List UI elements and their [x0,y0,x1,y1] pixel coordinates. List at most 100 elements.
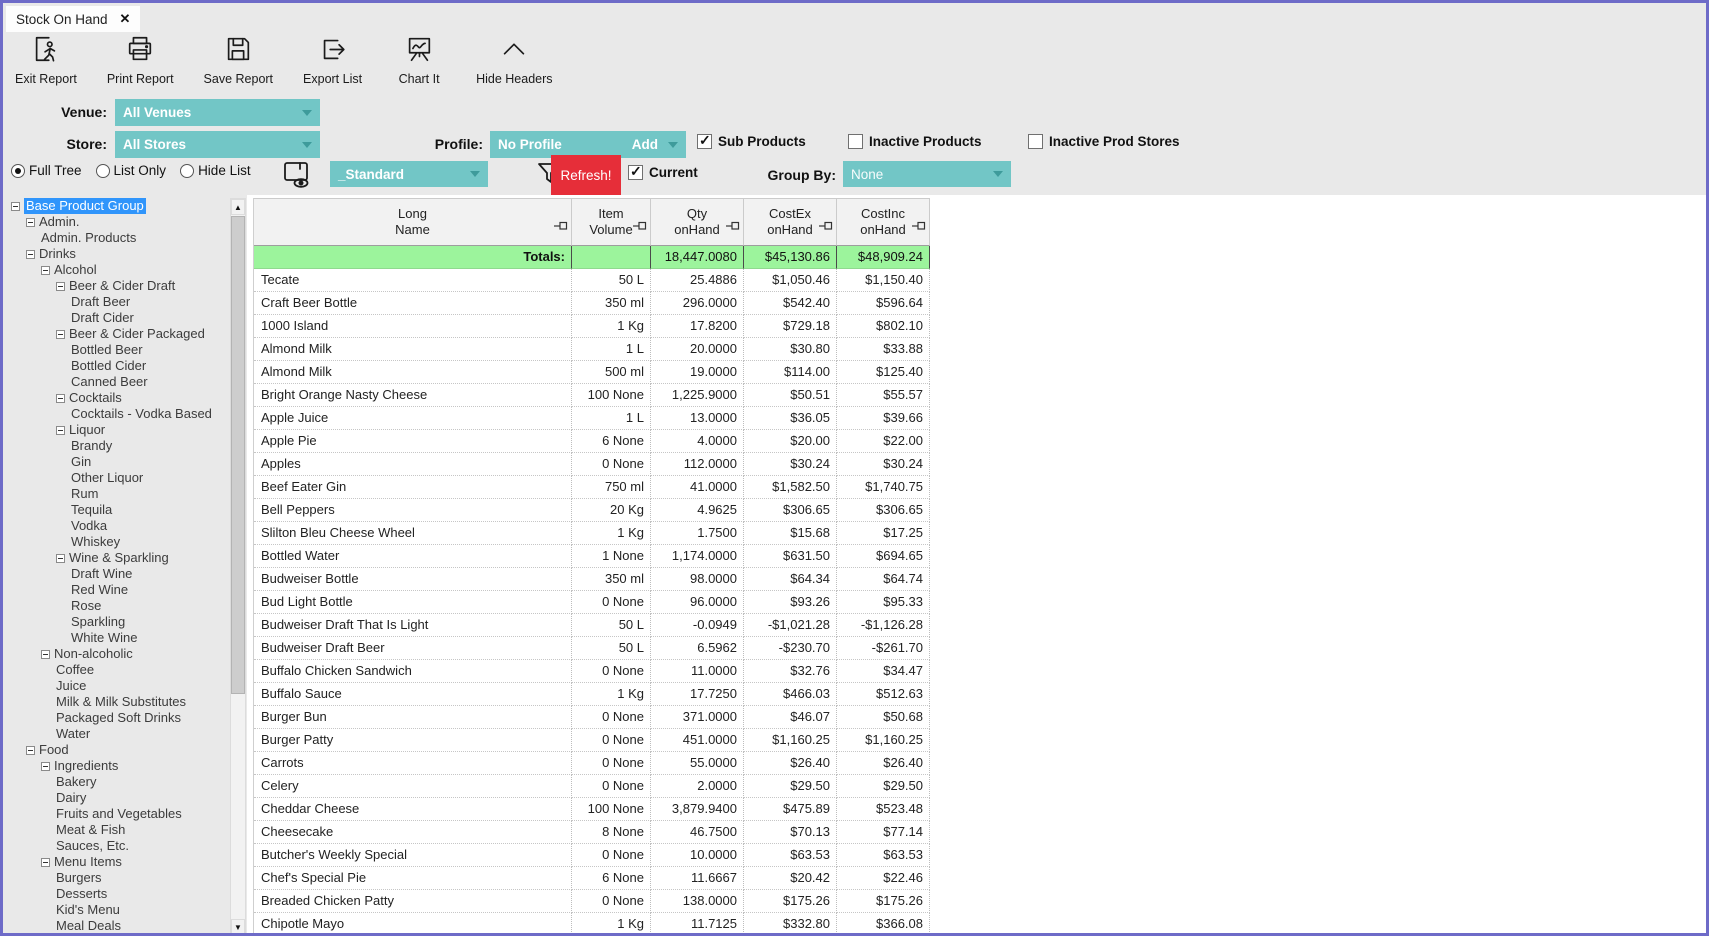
venue-select[interactable]: All Venues [115,99,320,126]
collapse-minus-icon[interactable] [41,762,50,771]
hide-headers-button[interactable]: Hide Headers [476,34,552,86]
table-row[interactable]: Apple Juice1 L13.0000$36.05$39.66 [254,407,930,430]
tree-item[interactable]: Dairy [8,790,229,806]
collapse-minus-icon[interactable] [56,282,65,291]
tree-item[interactable]: Sauces, Etc. [8,838,229,854]
table-row[interactable]: Butcher's Weekly Special0 None10.0000$63… [254,844,930,867]
tree-item[interactable]: Juice [8,678,229,694]
exit-report-button[interactable]: Exit Report [15,34,77,86]
table-row[interactable]: Tecate50 L25.4886$1,050.46$1,150.40 [254,269,930,292]
tree-item[interactable]: Fruits and Vegetables [8,806,229,822]
tree-item[interactable]: Rose [8,598,229,614]
sub-products-checkbox[interactable]: Sub Products [697,134,806,149]
current-checkbox[interactable]: Current [628,165,698,180]
table-row[interactable]: Craft Beer Bottle350 ml296.0000$542.40$5… [254,292,930,315]
column-header-long-name[interactable]: LongName [254,198,572,246]
tree-item[interactable]: Ingredients [8,758,229,774]
collapse-minus-icon[interactable] [41,858,50,867]
table-row[interactable]: Cheesecake8 None46.7500$70.13$77.14 [254,821,930,844]
collapse-minus-icon[interactable] [41,650,50,659]
tree-item[interactable]: Bottled Cider [8,358,229,374]
groupby-select[interactable]: None [843,161,1011,187]
tree-item[interactable]: Gin [8,454,229,470]
tree-item[interactable]: Admin. Products [8,230,229,246]
tree-item[interactable]: Non-alcoholic [8,646,229,662]
tree-item[interactable]: Drinks [8,246,229,262]
column-header-costex-onhand[interactable]: CostExonHand [744,198,837,246]
tree-item[interactable]: Draft Beer [8,294,229,310]
table-row[interactable]: Almond Milk500 ml19.0000$114.00$125.40 [254,361,930,384]
tree-item[interactable]: Kid's Menu [8,902,229,918]
tree-item[interactable]: Beer & Cider Packaged [8,326,229,342]
layout-select[interactable]: _Standard [330,161,488,187]
table-row[interactable]: Burger Bun0 None371.0000$46.07$50.68 [254,706,930,729]
collapse-minus-icon[interactable] [41,266,50,275]
print-report-button[interactable]: Print Report [107,34,174,86]
table-row[interactable]: Cheddar Cheese100 None3,879.9400$475.89$… [254,798,930,821]
tree-item[interactable]: Cocktails - Vodka Based [8,406,229,422]
full-tree-radio[interactable]: Full Tree [11,163,82,178]
tree-item[interactable]: Beer & Cider Draft [8,278,229,294]
collapse-minus-icon[interactable] [26,746,35,755]
pin-icon[interactable] [633,219,647,235]
pin-icon[interactable] [912,219,926,235]
inactive-prod-stores-checkbox[interactable]: Inactive Prod Stores [1028,134,1180,149]
table-row[interactable]: Budweiser Bottle350 ml98.0000$64.34$64.7… [254,568,930,591]
tree-item[interactable]: Sparkling [8,614,229,630]
preview-layout-icon[interactable] [281,158,313,195]
collapse-minus-icon[interactable] [26,250,35,259]
tree-item[interactable]: Other Liquor [8,470,229,486]
scroll-up-icon[interactable]: ▲ [231,199,245,215]
tree-scrollbar[interactable]: ▲ ▼ [230,198,246,936]
tree-item[interactable]: Wine & Sparkling [8,550,229,566]
tree-item[interactable]: Food [8,742,229,758]
tree-item[interactable]: Coffee [8,662,229,678]
tree-item[interactable]: Liquor [8,422,229,438]
table-row[interactable]: Breaded Chicken Patty0 None138.0000$175.… [254,890,930,913]
tree-item[interactable]: Red Wine [8,582,229,598]
tree-item[interactable]: Cocktails [8,390,229,406]
scrollbar-thumb[interactable] [231,216,245,694]
scroll-down-icon[interactable]: ▼ [231,919,245,935]
column-header-costinc-onhand[interactable]: CostInconHand [837,198,930,246]
tree-item[interactable]: Brandy [8,438,229,454]
tree-item[interactable]: Alcohol [8,262,229,278]
tree-item[interactable]: Meal Deals [8,918,229,934]
tree-item[interactable]: Desserts [8,886,229,902]
pin-icon[interactable] [726,219,740,235]
tree-item[interactable]: Water [8,726,229,742]
tree-item[interactable]: Tequila [8,502,229,518]
table-row[interactable]: Beef Eater Gin750 ml41.0000$1,582.50$1,7… [254,476,930,499]
table-row[interactable]: Chipotle Mayo1 Kg11.7125$332.80$366.08 [254,913,930,936]
table-row[interactable]: Apple Pie6 None4.0000$20.00$22.00 [254,430,930,453]
collapse-minus-icon[interactable] [56,426,65,435]
list-only-radio[interactable]: List Only [96,163,167,178]
table-row[interactable]: Bottled Water1 None1,174.0000$631.50$694… [254,545,930,568]
collapse-minus-icon[interactable] [56,394,65,403]
tree-item[interactable]: Packaged Soft Drinks [8,710,229,726]
tree-item[interactable]: Base Product Group [8,198,229,214]
table-row[interactable]: 1000 Island1 Kg17.8200$729.18$802.10 [254,315,930,338]
tree-item[interactable]: Rum [8,486,229,502]
table-row[interactable]: Budweiser Draft That Is Light50 L-0.0949… [254,614,930,637]
table-row[interactable]: Bud Light Bottle0 None96.0000$93.26$95.3… [254,591,930,614]
tree-item[interactable]: Menu Items [8,854,229,870]
save-report-button[interactable]: Save Report [204,34,273,86]
table-row[interactable]: Burger Patty0 None451.0000$1,160.25$1,16… [254,729,930,752]
column-header-item-volume[interactable]: ItemVolume [572,198,651,246]
report-tab[interactable]: Stock On Hand ✕ [6,6,140,32]
collapse-minus-icon[interactable] [56,330,65,339]
collapse-minus-icon[interactable] [56,554,65,563]
table-row[interactable]: Bell Peppers20 Kg4.9625$306.65$306.65 [254,499,930,522]
collapse-minus-icon[interactable] [26,218,35,227]
tree-item[interactable]: Milk & Milk Substitutes [8,694,229,710]
profile-add-button[interactable]: Add [632,137,658,152]
hide-list-radio[interactable]: Hide List [180,163,251,178]
tree-item[interactable]: Whiskey [8,534,229,550]
column-header-qty-onhand[interactable]: QtyonHand [651,198,744,246]
table-row[interactable]: Slilton Bleu Cheese Wheel1 Kg1.7500$15.6… [254,522,930,545]
close-icon[interactable]: ✕ [120,11,131,27]
profile-select[interactable]: No Profile Add [490,131,686,158]
tree-item[interactable]: Bakery [8,774,229,790]
chart-it-button[interactable]: Chart It [392,34,446,86]
